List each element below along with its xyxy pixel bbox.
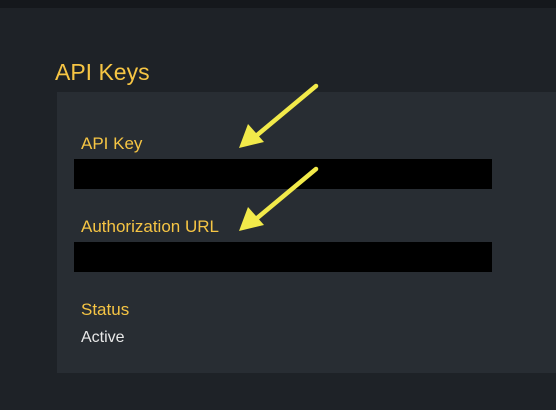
- authorization-url-value-redacted[interactable]: [74, 242, 492, 272]
- section-title: API Keys: [55, 59, 150, 85]
- authorization-url-label: Authorization URL: [81, 217, 219, 236]
- status-label: Status: [81, 300, 130, 319]
- top-bar: [0, 0, 556, 8]
- api-key-label: API Key: [81, 134, 143, 153]
- status-value: Active: [81, 329, 125, 346]
- api-key-value-redacted[interactable]: [74, 159, 492, 189]
